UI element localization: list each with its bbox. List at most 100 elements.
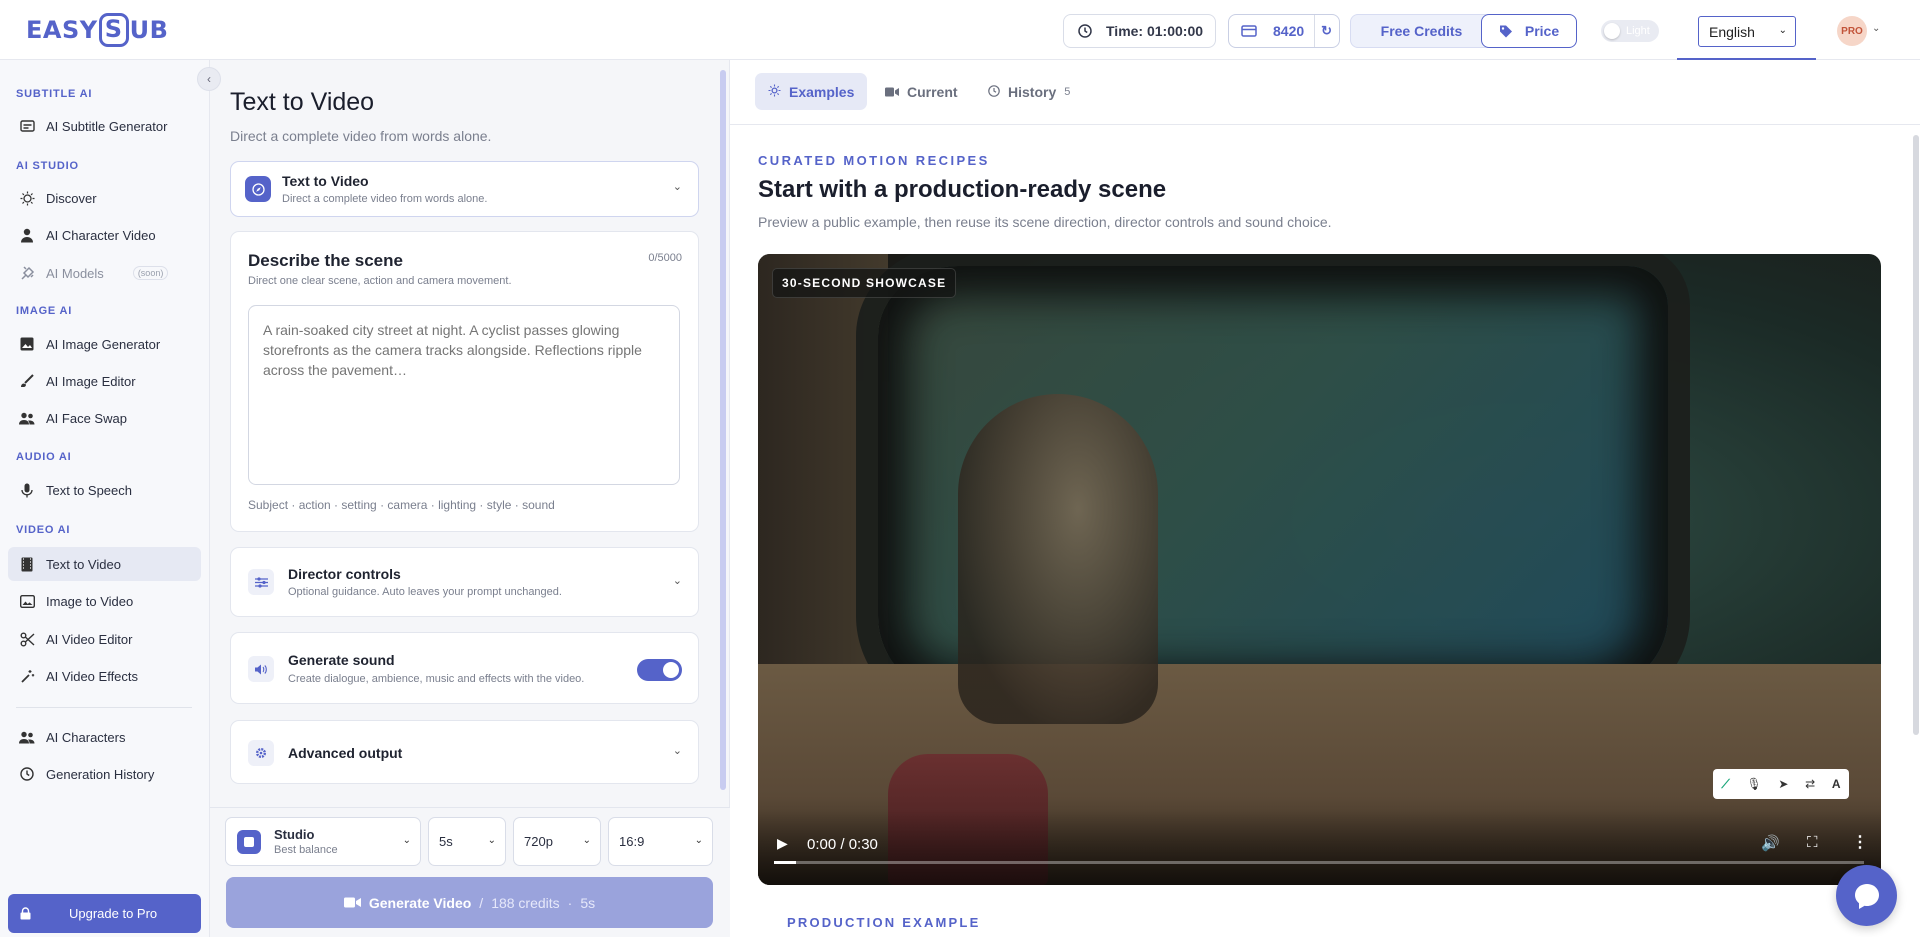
clock-icon <box>1078 24 1092 38</box>
section-label: VIDEO AI <box>16 524 71 536</box>
page-title: Text to Video <box>230 88 375 116</box>
sidebar-item-generation-history[interactable]: Generation History <box>8 757 201 791</box>
scene-title: Describe the scene <box>248 251 403 270</box>
sidebar-item-image-to-video[interactable]: Image to Video <box>8 584 201 618</box>
production-example-label: PRODUCTION EXAMPLE <box>787 915 981 930</box>
tab-history[interactable]: History 5 <box>975 73 1083 110</box>
time-remaining: Time: 01:00:00 <box>1063 14 1216 48</box>
people-icon <box>19 410 35 426</box>
chat-icon <box>1854 883 1879 909</box>
video-frame-person <box>958 394 1158 724</box>
mode-description: Direct a complete video from words alone… <box>282 193 488 205</box>
chat-support-button[interactable] <box>1836 865 1897 926</box>
compass-icon <box>245 176 271 202</box>
scrollbar[interactable] <box>1913 135 1919 735</box>
director-controls-title: Director controls <box>288 566 401 582</box>
sparkle-icon <box>768 84 781 100</box>
sidebar-item-ai-character-video[interactable]: AI Character Video <box>8 218 201 252</box>
sidebar-item-ai-video-effects[interactable]: AI Video Effects <box>8 659 201 693</box>
people-icon <box>19 729 35 745</box>
text-ai-icon[interactable]: A <box>1832 777 1841 791</box>
model-select[interactable]: Studio Best balance ⌄ <box>225 817 421 866</box>
clock-icon <box>19 766 35 782</box>
generate-video-button[interactable]: Generate Video / 188 credits · 5s <box>226 877 713 928</box>
chevron-down-icon: ⌄ <box>672 575 682 587</box>
free-credits-button[interactable]: Free Credits <box>1350 14 1493 48</box>
duration-select[interactable]: 5s ⌄ <box>428 817 506 866</box>
chevron-down-icon[interactable]: ⌄ <box>1872 23 1880 34</box>
advanced-output-card[interactable]: Advanced output ⌄ <box>230 720 699 784</box>
section-subtitle: Preview a public example, then reuse its… <box>758 214 1332 230</box>
tag-icon <box>1499 25 1512 38</box>
sidebar-item-ai-subtitle-generator[interactable]: AI Subtitle Generator <box>8 109 201 143</box>
scrollbar[interactable] <box>720 70 726 790</box>
sidebar-item-ai-image-generator[interactable]: AI Image Generator <box>8 327 201 361</box>
soon-badge: (soon) <box>132 266 169 280</box>
send-icon[interactable]: ➤ <box>1778 777 1788 791</box>
collapse-sidebar-button[interactable]: ‹ <box>197 67 221 91</box>
fullscreen-icon[interactable]: ⛶ <box>1807 834 1818 851</box>
lock-icon <box>20 907 31 920</box>
section-label: AUDIO AI <box>16 451 72 463</box>
aspect-ratio-select[interactable]: 16:9 ⌄ <box>608 817 713 866</box>
resolution-select[interactable]: 720p ⌄ <box>513 817 601 866</box>
microphone-icon[interactable]: 🎙 <box>1746 777 1761 791</box>
card-icon <box>1241 25 1257 37</box>
tab-current[interactable]: Current <box>872 73 971 110</box>
sidebar-item-ai-image-editor[interactable]: AI Image Editor <box>8 364 201 398</box>
theme-toggle[interactable]: Light <box>1601 20 1659 42</box>
speaker-icon <box>248 656 274 682</box>
film-icon <box>19 556 35 572</box>
video-progress-bar[interactable] <box>774 861 1864 864</box>
refresh-icon[interactable]: ↻ <box>1321 23 1332 39</box>
generate-sound-title: Generate sound <box>288 652 395 668</box>
sidebar-item-text-to-speech[interactable]: Text to Speech <box>8 473 201 507</box>
sidebar-item-ai-characters[interactable]: AI Characters <box>8 720 201 754</box>
avatar[interactable]: PRO <box>1837 16 1867 46</box>
chevron-down-icon: ⌄ <box>487 835 496 846</box>
generate-sound-description: Create dialogue, ambience, music and eff… <box>288 673 585 685</box>
upgrade-to-pro-button[interactable]: Upgrade to Pro <box>8 894 201 933</box>
generate-sound-toggle[interactable] <box>637 659 682 681</box>
divider <box>1314 15 1316 47</box>
more-options-icon[interactable]: ⋮ <box>1852 832 1868 852</box>
section-eyebrow: CURATED MOTION RECIPES <box>758 153 990 168</box>
toggle-knob <box>1604 23 1620 39</box>
translate-icon[interactable]: ⇄ <box>1805 777 1815 791</box>
lightbulb-icon <box>19 190 35 206</box>
floating-toolbar[interactable]: ⟋ 🎙 ➤ ⇄ A <box>1713 769 1849 799</box>
prompt-hints: Subject · action · setting · camera · li… <box>248 498 555 512</box>
scene-description: Direct one clear scene, action and camer… <box>248 275 512 287</box>
director-controls-card[interactable]: Director controls Optional guidance. Aut… <box>230 547 699 617</box>
chevron-down-icon: ⌄ <box>672 745 682 757</box>
divider <box>16 707 192 708</box>
sidebar-item-ai-face-swap[interactable]: AI Face Swap <box>8 401 201 435</box>
play-icon[interactable]: ▶ <box>777 835 788 852</box>
sidebar-item-text-to-video[interactable]: Text to Video <box>8 547 201 581</box>
model-description: Best balance <box>274 844 338 856</box>
microphone-icon <box>19 482 35 498</box>
mode-title: Text to Video <box>282 173 369 189</box>
mode-selector[interactable]: Text to Video Direct a complete video fr… <box>230 161 699 217</box>
video-progress-fill <box>774 861 796 864</box>
section-label: IMAGE AI <box>16 305 73 317</box>
app-logo[interactable]: EASY S UB <box>26 10 168 50</box>
subtitle-icon <box>19 118 35 134</box>
volume-icon[interactable]: 🔊 <box>1761 834 1780 852</box>
page-subtitle: Direct a complete video from words alone… <box>230 128 492 144</box>
example-video-player[interactable]: 30-SECOND SHOWCASE ⟋ 🎙 ➤ ⇄ A ▶ 0:00 / 0:… <box>758 254 1881 885</box>
chevron-down-icon: ⌄ <box>402 835 411 846</box>
top-bar: EASY S UB Time: 01:00:00 8420 ↻ Free Credi… <box>0 0 1920 60</box>
language-select[interactable]: English ⌄ <box>1698 16 1796 47</box>
section-title: Start with a production-ready scene <box>758 176 1167 203</box>
video-timecode: 0:00 / 0:30 <box>807 836 878 853</box>
tab-examples[interactable]: Examples <box>755 73 868 110</box>
price-button[interactable]: Price <box>1481 14 1577 48</box>
sidebar-item-ai-video-editor[interactable]: AI Video Editor <box>8 622 201 656</box>
image-icon <box>19 336 35 352</box>
scene-prompt-input[interactable] <box>248 305 680 485</box>
logo-icon[interactable]: ⟋ <box>1721 777 1729 792</box>
generate-sound-card: Generate sound Create dialogue, ambience… <box>230 632 699 704</box>
sidebar-item-discover[interactable]: Discover <box>8 181 201 215</box>
sliders-icon <box>248 569 274 595</box>
